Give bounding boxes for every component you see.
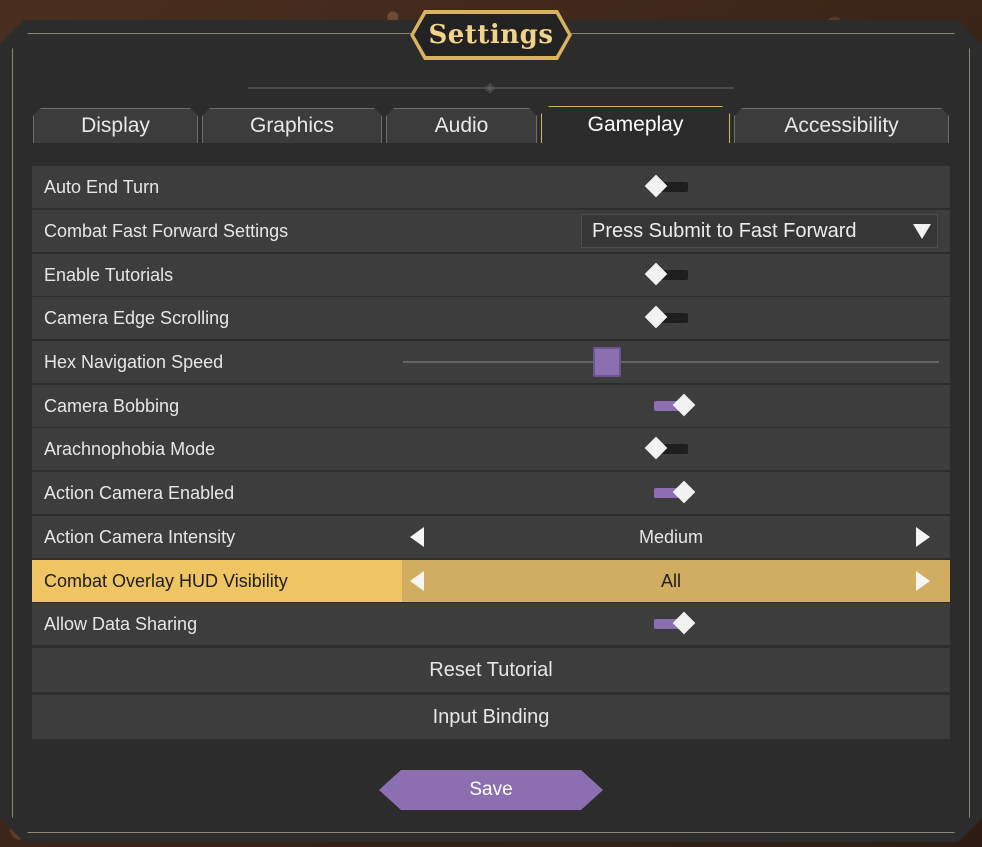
toggle-knob (644, 262, 668, 286)
setting-label: Action Camera Enabled (44, 482, 235, 503)
camera-bobbing-toggle[interactable] (646, 393, 696, 418)
setting-row-arachnophobia-mode: Arachnophobia Mode (32, 428, 950, 470)
toggle-knob (644, 174, 668, 198)
tab-bar: Display Graphics Audio Gameplay Accessib… (33, 108, 949, 143)
slider-track (403, 361, 939, 363)
auto-end-turn-toggle[interactable] (644, 174, 692, 199)
setting-row-auto-end-turn: Auto End Turn (32, 166, 950, 208)
setting-row-combat-overlay-hud[interactable]: Combat Overlay HUD Visibility All (32, 560, 950, 602)
setting-row-combat-fast-forward: Combat Fast Forward Settings Press Submi… (32, 210, 950, 252)
action-camera-enabled-toggle[interactable] (646, 480, 696, 505)
setting-label: Action Camera Intensity (44, 526, 236, 547)
setting-row-action-camera-intensity: Action Camera Intensity Medium (32, 516, 950, 558)
setting-label: Arachnophobia Mode (44, 438, 216, 459)
enable-tutorials-toggle[interactable] (644, 262, 692, 287)
divider-ornament-icon: ◈ (484, 80, 496, 96)
toggle-knob (672, 611, 696, 635)
setting-row-camera-edge-scrolling: Camera Edge Scrolling (32, 297, 950, 339)
selector-value: Medium (638, 527, 704, 547)
tab-graphics[interactable]: Graphics (202, 108, 382, 143)
combat-overlay-hud-selector: All (402, 560, 950, 602)
setting-row-camera-bobbing: Camera Bobbing (32, 385, 950, 427)
title-plate: Settings (410, 10, 572, 60)
tab-accessibility[interactable]: Accessibility (734, 108, 949, 143)
arrow-left-icon[interactable] (410, 527, 424, 547)
combat-fast-forward-dropdown[interactable]: Press Submit to Fast Forward (581, 214, 938, 248)
arrow-left-icon[interactable] (410, 571, 424, 591)
toggle-knob (644, 436, 668, 460)
slider-handle[interactable] (592, 347, 621, 377)
setting-label: Hex Navigation Speed (44, 351, 224, 372)
allow-data-sharing-toggle[interactable] (646, 611, 696, 636)
setting-label: Combat Overlay HUD Visibility (44, 570, 288, 591)
toggle-knob (672, 393, 696, 417)
setting-row-allow-data-sharing: Allow Data Sharing (32, 603, 950, 645)
setting-label: Enable Tutorials (44, 264, 174, 285)
action-camera-intensity-selector: Medium (402, 516, 950, 558)
setting-label: Combat Fast Forward Settings (44, 220, 289, 241)
arachnophobia-mode-toggle[interactable] (644, 436, 692, 461)
save-button[interactable]: Save (379, 770, 603, 810)
setting-label: Allow Data Sharing (44, 613, 198, 634)
setting-row-enable-tutorials: Enable Tutorials (32, 254, 950, 296)
setting-row-hex-navigation-speed: Hex Navigation Speed (32, 341, 950, 383)
page-title: Settings (428, 20, 554, 50)
setting-label: Camera Edge Scrolling (44, 307, 230, 328)
camera-edge-scrolling-toggle[interactable] (644, 305, 692, 330)
tab-audio[interactable]: Audio (386, 108, 537, 143)
arrow-right-icon[interactable] (916, 527, 930, 547)
dropdown-value: Press Submit to Fast Forward (592, 219, 857, 242)
tab-gameplay[interactable]: Gameplay (541, 106, 730, 143)
setting-label: Auto End Turn (44, 176, 160, 197)
setting-label: Camera Bobbing (44, 395, 180, 416)
chevron-down-icon (913, 224, 931, 239)
reset-tutorial-button[interactable]: Reset Tutorial (32, 648, 950, 692)
setting-row-action-camera-enabled: Action Camera Enabled (32, 472, 950, 514)
toggle-knob (644, 305, 668, 329)
selector-value: All (660, 571, 681, 591)
toggle-knob (672, 480, 696, 504)
hex-navigation-speed-slider[interactable] (403, 347, 939, 377)
tab-display[interactable]: Display (33, 108, 198, 143)
input-binding-button[interactable]: Input Binding (32, 695, 950, 739)
arrow-right-icon[interactable] (916, 571, 930, 591)
